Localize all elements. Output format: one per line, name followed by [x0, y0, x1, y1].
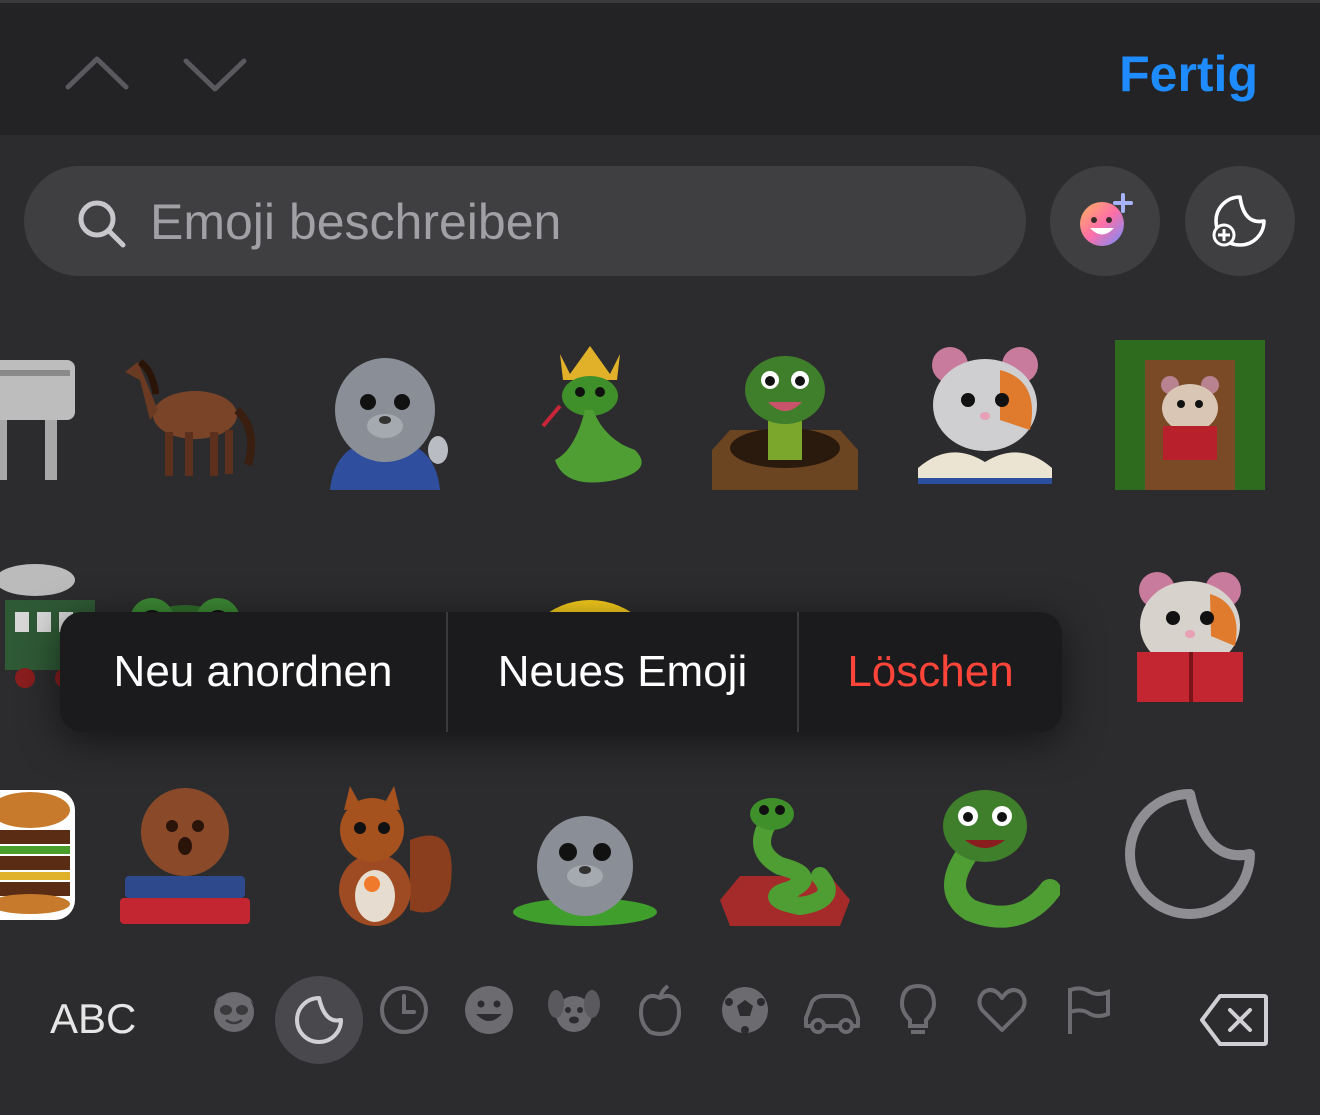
- flags-icon[interactable]: [1060, 982, 1116, 1038]
- symbols-icon[interactable]: [974, 982, 1030, 1038]
- backspace-icon[interactable]: [1200, 992, 1270, 1048]
- animals-icon[interactable]: [546, 982, 602, 1038]
- sticker-cookie-books[interactable]: [105, 770, 265, 940]
- stickers-icon[interactable]: [275, 976, 363, 1064]
- smileys-icon[interactable]: [461, 982, 517, 1038]
- delete-button[interactable]: Löschen: [799, 612, 1062, 732]
- chevron-down-icon[interactable]: [180, 51, 250, 97]
- sticker-squirrel[interactable]: [305, 770, 465, 940]
- rearrange-button[interactable]: Neu anordnen: [60, 612, 446, 732]
- sticker-snake-3[interactable]: [905, 770, 1065, 940]
- sticker-hamster-tree[interactable]: [1110, 330, 1270, 500]
- done-button[interactable]: Fertig: [1119, 45, 1258, 103]
- sticker-snake-rock[interactable]: [705, 770, 865, 940]
- chevron-up-icon[interactable]: [62, 51, 132, 97]
- food-icon[interactable]: [632, 982, 688, 1038]
- sticker-placeholder-icon[interactable]: [1110, 770, 1270, 940]
- search-icon: [78, 200, 126, 248]
- emoji-search-field[interactable]: [24, 166, 1026, 276]
- sticker-horse[interactable]: [105, 330, 265, 500]
- sticker-burger[interactable]: [0, 770, 100, 940]
- search-input[interactable]: [148, 188, 992, 256]
- sticker-seal-spoon[interactable]: [305, 330, 465, 500]
- memoji-icon[interactable]: [206, 982, 262, 1038]
- sticker-hamster-reading[interactable]: [905, 330, 1065, 500]
- new-emoji-button[interactable]: Neues Emoji: [448, 612, 797, 732]
- travel-icon[interactable]: [800, 982, 864, 1038]
- genmoji-button[interactable]: [1050, 166, 1160, 276]
- add-sticker-icon: [1212, 195, 1266, 247]
- sticker-hamster-book[interactable]: [1110, 550, 1270, 720]
- recent-icon[interactable]: [376, 982, 432, 1038]
- abc-keyboard-button[interactable]: ABC: [50, 995, 136, 1043]
- genmoji-create-icon: [1080, 193, 1133, 246]
- sticker-seal-grass[interactable]: [505, 770, 665, 940]
- objects-icon[interactable]: [890, 982, 946, 1038]
- activity-icon[interactable]: [717, 982, 773, 1038]
- emoji-category-bar: ABC: [0, 960, 1320, 1115]
- sticker-context-menu: Neu anordnen Neues Emoji Löschen: [60, 612, 1062, 732]
- sticker-snake-crown[interactable]: [510, 330, 670, 500]
- sticker-snake-hole[interactable]: [705, 330, 865, 500]
- add-sticker-button[interactable]: [1185, 166, 1295, 276]
- sticker-at-at[interactable]: [0, 330, 100, 500]
- top-bar: Fertig: [0, 0, 1320, 135]
